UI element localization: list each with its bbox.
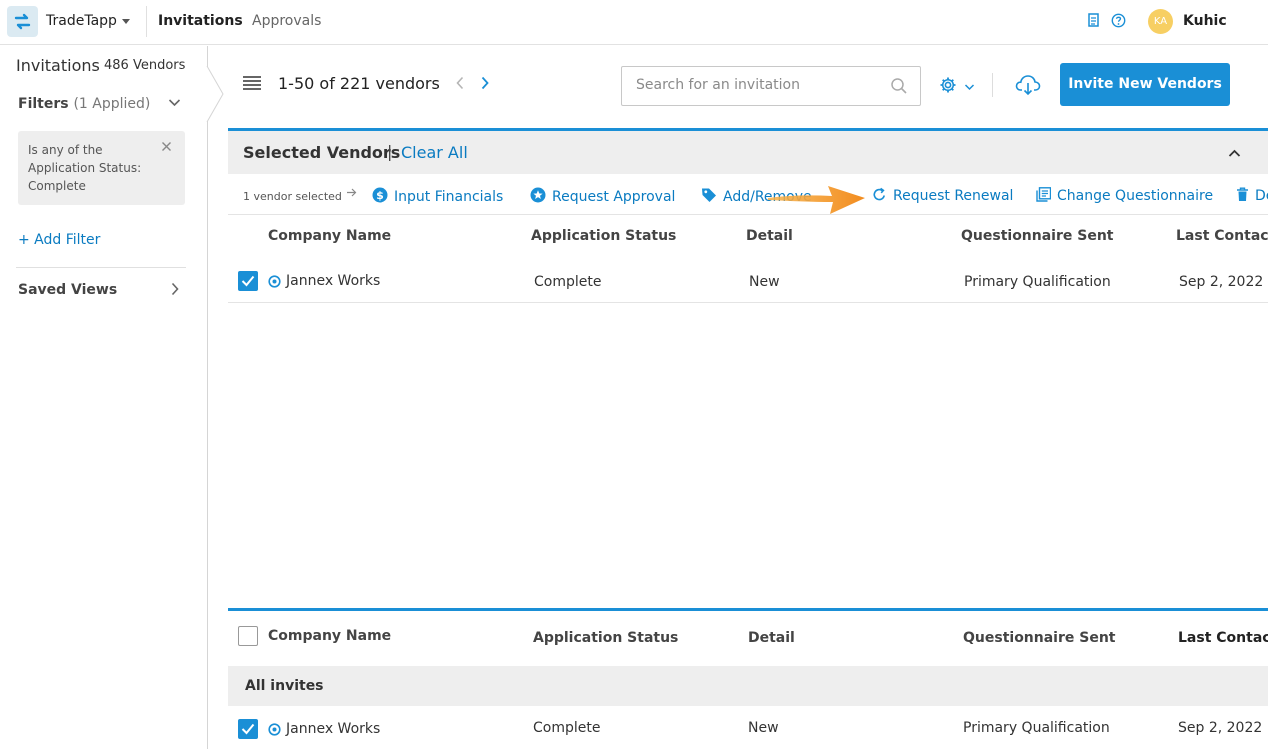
company-name-link[interactable]: Jannex Works [286, 721, 380, 737]
group-header-row: All invites [228, 666, 1268, 706]
svg-text:$: $ [376, 189, 384, 202]
avatar[interactable]: KA [1148, 9, 1173, 34]
column-header-status[interactable]: Application Status [533, 630, 678, 646]
questionnaire-value: Primary Qualification [963, 720, 1110, 736]
column-header-questionnaire[interactable]: Questionnaire Sent [961, 228, 1114, 244]
input-financials-action[interactable]: $ Input Financials [372, 187, 503, 205]
invite-new-vendors-button[interactable]: Invite New Vendors [1060, 63, 1230, 106]
saved-views-label[interactable]: Saved Views [18, 282, 117, 298]
tag-icon [702, 188, 716, 202]
refresh-icon [873, 187, 885, 201]
company-icon [268, 723, 281, 740]
tab-invitations[interactable]: Invitations [158, 13, 243, 29]
column-header-last-contacted[interactable]: Last Contacted [1176, 228, 1268, 244]
vendor-count: 486 Vendors [104, 58, 186, 73]
delete-action[interactable]: De [1236, 187, 1268, 204]
caret-down-icon[interactable] [122, 19, 130, 24]
input-financials-label: Input Financials [394, 189, 504, 205]
sidebar: Invitations 486 Vendors Filters (1 Appli… [0, 46, 208, 749]
status-badge: Complete [534, 274, 602, 290]
sidebar-title: Invitations [16, 56, 100, 75]
chevron-left-icon[interactable] [455, 76, 465, 94]
cloud-download-icon[interactable] [1015, 74, 1041, 100]
title-separator: | [387, 142, 393, 161]
questionnaire-value: Primary Qualification [964, 274, 1111, 290]
nav-divider [146, 6, 147, 37]
sidebar-collapse-notch[interactable] [206, 66, 224, 122]
change-questionnaire-action[interactable]: Change Questionnaire [1036, 187, 1213, 204]
chevron-right-icon[interactable] [170, 282, 180, 300]
row-divider [228, 214, 1268, 215]
arrow-right-icon [346, 187, 357, 202]
request-renewal-label: Request Renewal [893, 188, 1014, 204]
column-header-questionnaire[interactable]: Questionnaire Sent [963, 630, 1116, 646]
request-approval-action[interactable]: Request Approval [530, 187, 675, 205]
detail-value: New [749, 274, 780, 290]
delete-label: De [1255, 188, 1268, 204]
app-switcher-label[interactable]: TradeTapp [46, 13, 117, 29]
selected-vendors-header: Selected Vendors | Clear All [228, 131, 1268, 174]
filters-header[interactable]: Filters (1 Applied) [18, 96, 150, 112]
hamburger-menu-icon[interactable] [243, 76, 261, 94]
column-header-company[interactable]: Company Name [268, 628, 391, 644]
dollar-icon: $ [372, 187, 388, 203]
chevron-up-icon[interactable] [1228, 146, 1241, 162]
detail-value: New [748, 720, 779, 736]
tradetapp-logo-icon[interactable] [7, 6, 38, 37]
company-icon [268, 275, 281, 292]
company-name-link[interactable]: Jannex Works [286, 273, 380, 289]
select-all-checkbox[interactable] [238, 626, 258, 646]
tab-approvals[interactable]: Approvals [252, 13, 321, 29]
last-contacted-value: Sep 2, 2022 [1178, 720, 1263, 736]
help-icon[interactable] [1111, 13, 1126, 32]
active-filter-chip[interactable]: Is any of the Application Status: Comple… [18, 131, 185, 205]
column-header-detail[interactable]: Detail [748, 630, 795, 646]
column-header-company[interactable]: Company Name [268, 228, 391, 244]
row-divider [228, 302, 1268, 303]
search-box[interactable] [621, 66, 921, 106]
questionnaire-icon [1036, 187, 1052, 202]
chevron-right-icon[interactable] [480, 76, 490, 94]
change-questionnaire-label: Change Questionnaire [1057, 188, 1214, 204]
check-icon [241, 723, 255, 735]
trash-icon [1237, 187, 1248, 201]
filters-applied-count: (1 Applied) [73, 96, 151, 112]
selected-count: 1 vendor selected [243, 190, 342, 203]
toolbar-divider [992, 73, 993, 97]
row-checkbox[interactable] [238, 719, 258, 739]
column-header-status[interactable]: Application Status [531, 228, 676, 244]
annotation-arrow [768, 186, 865, 214]
sidebar-divider [16, 267, 186, 268]
top-navigation-bar: TradeTapp Invitations Approvals KA Kuhic [0, 0, 1268, 45]
active-filter-text: Is any of the Application Status: Comple… [28, 143, 142, 193]
column-header-detail[interactable]: Detail [746, 228, 793, 244]
document-icon[interactable] [1087, 13, 1100, 32]
chevron-down-icon[interactable] [168, 96, 181, 113]
gear-icon[interactable] [939, 76, 957, 98]
row-checkbox[interactable] [238, 271, 258, 291]
search-icon[interactable] [890, 77, 908, 99]
last-contacted-value: Sep 2, 2022 [1179, 274, 1264, 290]
selected-vendors-title: Selected Vendors [243, 143, 401, 162]
bulk-actions-bar: 1 vendor selected $ Input Financials Requ… [228, 175, 1268, 215]
table-accent [228, 608, 1268, 611]
close-icon[interactable] [161, 138, 172, 156]
star-badge-icon [530, 187, 546, 203]
request-renewal-action[interactable]: Request Renewal [872, 187, 1013, 204]
check-icon [241, 275, 255, 287]
group-label: All invites [245, 678, 324, 694]
pagination-range: 1-50 of 221 vendors [278, 74, 440, 93]
chevron-down-icon[interactable] [964, 80, 975, 96]
request-approval-label: Request Approval [552, 189, 676, 205]
search-input[interactable] [636, 77, 876, 93]
user-name[interactable]: Kuhic [1183, 13, 1227, 29]
column-header-last-contacted[interactable]: Last Contacted [1178, 630, 1268, 646]
add-filter-link[interactable]: + Add Filter [18, 232, 100, 248]
filters-label: Filters [18, 96, 69, 112]
clear-all-link[interactable]: Clear All [401, 143, 468, 162]
status-badge: Complete [533, 720, 601, 736]
